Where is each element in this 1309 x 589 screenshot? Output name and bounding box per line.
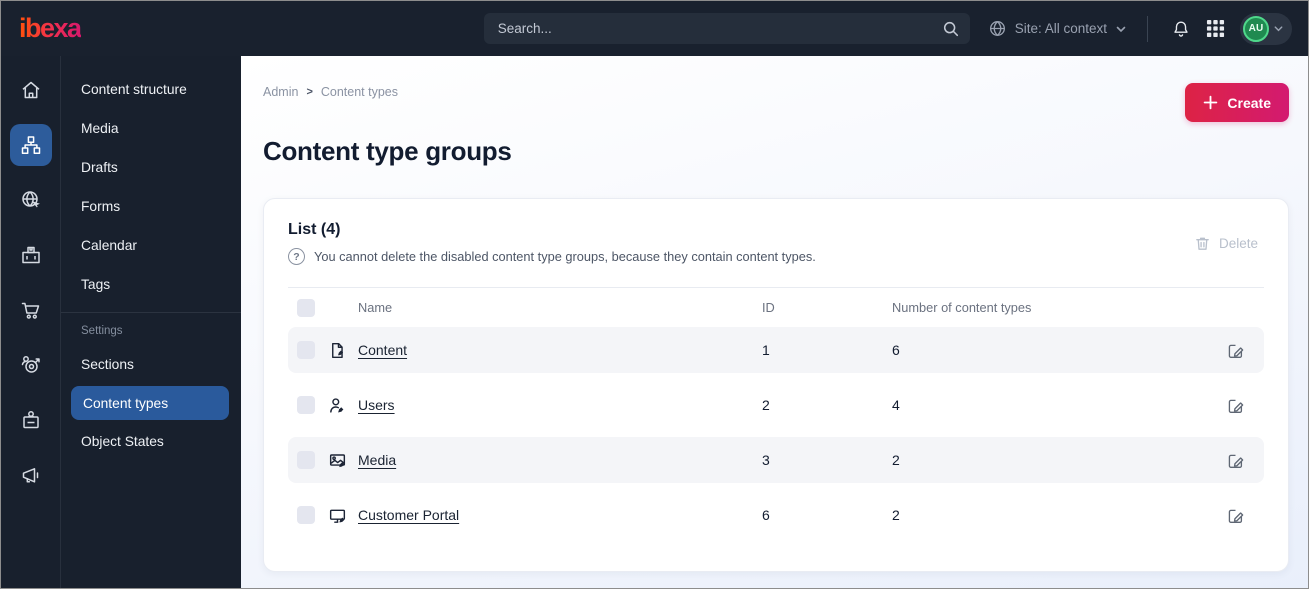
sidebar-divider (61, 312, 241, 313)
app-window: ibexa Site: All context (0, 0, 1309, 589)
sidebar-item-calendar[interactable]: Calendar (61, 226, 241, 265)
personalization-target-icon (19, 353, 43, 377)
create-button[interactable]: Create (1185, 83, 1289, 122)
topbar-divider (1147, 15, 1148, 42)
rail-item-commerce[interactable] (10, 289, 52, 331)
rail-item-products[interactable] (10, 234, 52, 276)
group-count: 4 (892, 397, 900, 413)
list-count-title: List (4) (288, 221, 341, 238)
table-row: Users 2 4 (288, 382, 1264, 428)
row-checkbox[interactable] (297, 341, 315, 359)
group-count: 2 (892, 507, 900, 523)
sidebar-menu: Content structure Media Drafts Forms Cal… (61, 56, 241, 588)
breadcrumb-content-types: Content types (320, 85, 399, 99)
row-checkbox[interactable] (297, 506, 315, 524)
search-input[interactable] (497, 21, 942, 36)
users-edit-icon (328, 396, 347, 415)
sidebar-item-sections[interactable]: Sections (61, 345, 241, 384)
table-row: Content 1 6 (288, 327, 1264, 373)
info-text: You cannot delete the disabled content t… (314, 249, 816, 264)
admin-badge-icon (19, 408, 43, 432)
commerce-cart-icon (19, 298, 43, 322)
sidebar-item-media[interactable]: Media (61, 109, 241, 148)
help-icon: ? (288, 248, 305, 265)
topbar-controls: Site: All context AU (988, 12, 1292, 46)
content-tree-icon (19, 133, 43, 157)
group-name-link[interactable]: Customer Portal (358, 507, 459, 523)
plus-icon (1203, 95, 1218, 110)
rail-item-content[interactable] (9, 124, 52, 166)
breadcrumb: Admin > Content types (263, 83, 398, 99)
media-image-edit-icon (328, 451, 347, 470)
group-name-link[interactable]: Content (358, 342, 407, 358)
rail-item-site[interactable] (10, 179, 52, 221)
avatar: AU (1243, 15, 1269, 42)
column-header-count: Number of content types (892, 300, 1032, 315)
sidebar-section-settings: Settings (81, 325, 123, 337)
products-box-icon (19, 243, 43, 267)
group-count: 6 (892, 342, 900, 358)
global-search[interactable] (483, 13, 970, 44)
breadcrumb-separator: > (306, 86, 313, 98)
site-context-label: Site: All context (1014, 21, 1107, 36)
group-name-link[interactable]: Media (358, 452, 396, 468)
table-row: Customer Portal 6 2 (288, 492, 1264, 538)
app-switcher-button[interactable] (1198, 12, 1232, 46)
row-checkbox[interactable] (297, 396, 315, 414)
sidebar-item-content-types[interactable]: Content types (71, 386, 229, 420)
select-all-checkbox[interactable] (297, 298, 315, 317)
group-count: 2 (892, 452, 900, 468)
top-bar: ibexa Site: All context (1, 1, 1308, 56)
table-header: Name ID Number of content types (288, 287, 1264, 327)
site-globe-icon (19, 188, 43, 212)
edit-button[interactable] (1220, 445, 1250, 475)
delete-button[interactable]: Delete (1188, 231, 1264, 256)
group-name-link[interactable]: Users (358, 397, 395, 413)
icon-rail (1, 56, 61, 588)
rail-item-marketing[interactable] (10, 454, 52, 496)
sidebar-item-forms[interactable]: Forms (61, 187, 241, 226)
portal-monitor-edit-icon (328, 506, 347, 525)
column-header-name: Name (358, 300, 393, 315)
sidebar-item-content-structure[interactable]: Content structure (61, 70, 241, 109)
home-icon (19, 78, 43, 102)
edit-button[interactable] (1220, 500, 1250, 530)
group-id: 3 (762, 452, 770, 468)
sidebar-item-tags[interactable]: Tags (61, 265, 241, 304)
app-grid-icon (1206, 19, 1225, 38)
sidebar-item-object-states[interactable]: Object States (61, 422, 241, 461)
rail-item-personalization[interactable] (10, 344, 52, 386)
search-icon[interactable] (942, 20, 960, 38)
group-id: 1 (762, 342, 770, 358)
sidebar-item-drafts[interactable]: Drafts (61, 148, 241, 187)
rail-item-admin[interactable] (10, 399, 52, 441)
content-type-groups-table: Name ID Number of content types Content … (288, 287, 1264, 547)
page-title: Content type groups (263, 136, 512, 166)
content-file-edit-icon (328, 341, 347, 360)
group-id: 2 (762, 397, 770, 413)
breadcrumb-admin[interactable]: Admin (263, 85, 298, 99)
marketing-megaphone-icon (19, 463, 43, 487)
main-content: Admin > Content types Create Content typ… (241, 56, 1308, 588)
notifications-button[interactable] (1164, 12, 1198, 46)
group-id: 6 (762, 507, 770, 523)
edit-button[interactable] (1220, 335, 1250, 365)
chevron-down-icon (1115, 23, 1127, 35)
user-menu[interactable]: AU (1240, 12, 1292, 45)
table-row: Media 3 2 (288, 437, 1264, 483)
bell-icon (1171, 19, 1191, 39)
info-message: ? You cannot delete the disabled content… (288, 248, 1188, 265)
edit-button[interactable] (1220, 390, 1250, 420)
trash-icon (1194, 235, 1211, 252)
site-context-selector[interactable]: Site: All context (988, 19, 1127, 38)
row-checkbox[interactable] (297, 451, 315, 469)
content-type-groups-card: List (4) ? You cannot delete the disable… (263, 198, 1289, 572)
globe-icon (988, 19, 1007, 38)
column-header-id: ID (762, 300, 775, 315)
chevron-down-icon (1273, 23, 1284, 34)
ibexa-logo[interactable]: ibexa (19, 13, 82, 44)
rail-item-dashboard[interactable] (10, 69, 52, 111)
